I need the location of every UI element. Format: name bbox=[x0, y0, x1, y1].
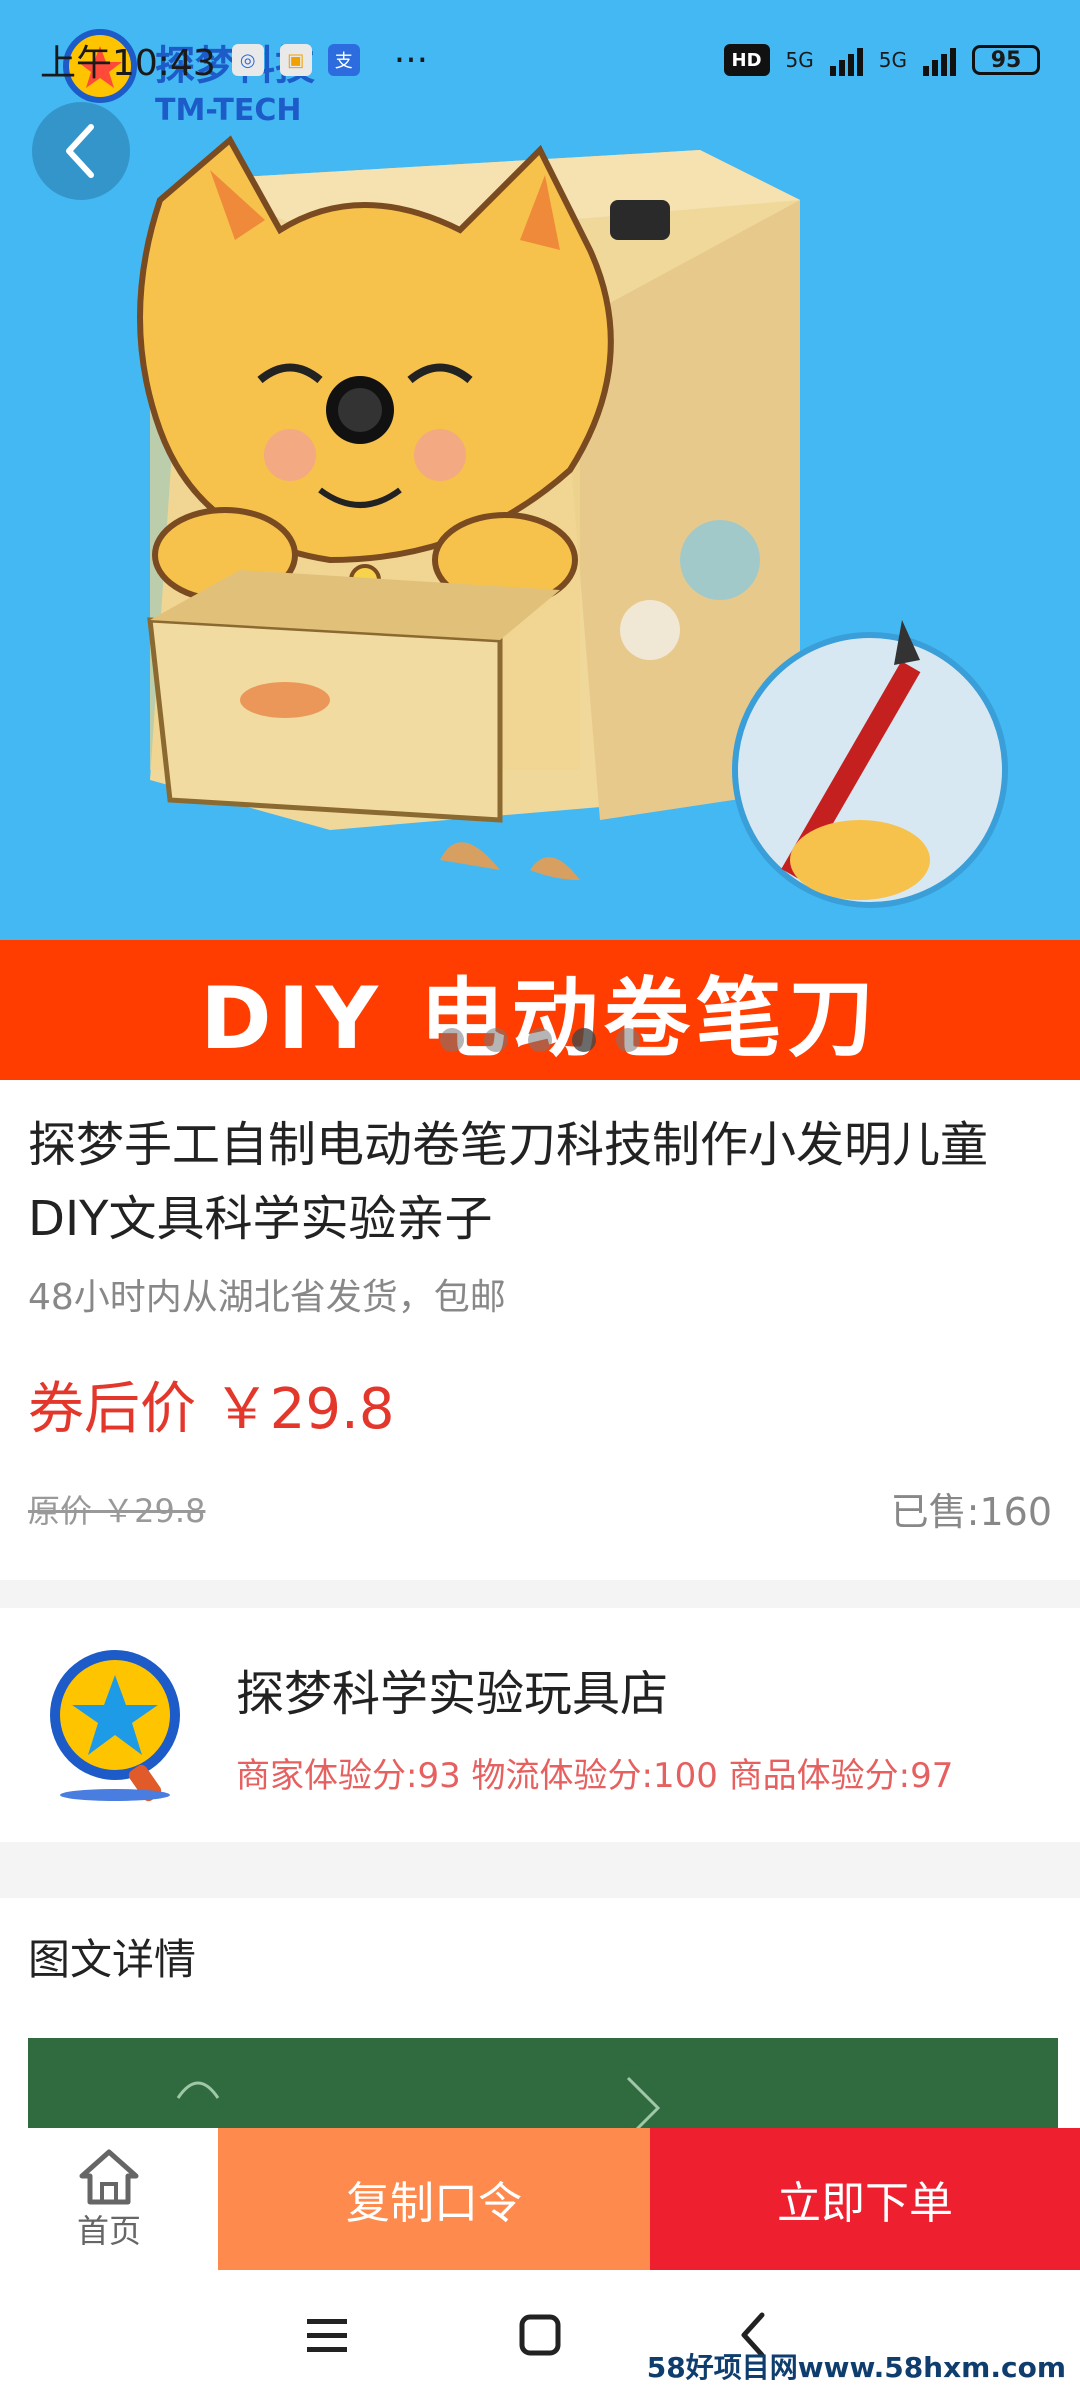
status-more-icon: ··· bbox=[393, 39, 429, 81]
copy-code-button[interactable]: 复制口令 bbox=[218, 2128, 650, 2270]
store-card[interactable]: 探梦科学实验玩具店 商家体验分:93 物流体验分:100 商品体验分:97 bbox=[0, 1608, 1080, 1842]
product-image-carousel[interactable]: DIY 电动卷笔刀 探梦科技 TM-TECH 上午10:43 ◎ ▣ 支 bbox=[0, 0, 1080, 1080]
buy-now-button[interactable]: 立即下单 bbox=[650, 2128, 1080, 2270]
shipping-info: 48小时内从湖北省发货，包邮 bbox=[28, 1277, 506, 1318]
hero-banner-text: DIY 电动卷笔刀 bbox=[0, 940, 1080, 1080]
carousel-dot-active[interactable] bbox=[572, 1028, 596, 1052]
product-photo bbox=[0, 0, 1080, 940]
product-title: 探梦手工自制电动卷笔刀科技制作小发明儿童DIY文具科学实验亲子 bbox=[28, 1117, 989, 1247]
watermark: 58好项目网www.58hxm.com bbox=[646, 2351, 1066, 2384]
signal-icon bbox=[923, 44, 956, 76]
carousel-dot[interactable] bbox=[440, 1028, 464, 1052]
coupon-price: 券后价 ￥29.8 bbox=[28, 1377, 395, 1442]
carousel-dot[interactable] bbox=[616, 1028, 640, 1052]
status-time: 上午10:43 bbox=[40, 43, 216, 84]
detail-title: 图文详情 bbox=[28, 1935, 197, 1984]
store-avatar bbox=[40, 1645, 190, 1805]
menu-icon bbox=[306, 2319, 347, 2352]
carousel-dot[interactable] bbox=[484, 1028, 508, 1052]
page: DIY 电动卷笔刀 探梦科技 TM-TECH 上午10:43 ◎ ▣ 支 bbox=[0, 0, 1080, 2400]
app-notification-icon: ▣ bbox=[279, 44, 312, 76]
home-label: 首页 bbox=[76, 2212, 141, 2250]
network-label-1: 5G bbox=[785, 48, 814, 72]
home-icon bbox=[79, 2149, 139, 2205]
battery-icon: 95 bbox=[972, 45, 1040, 75]
store-name: 探梦科学实验玩具店 bbox=[236, 1665, 669, 1722]
product-info: 探梦手工自制电动卷笔刀科技制作小发明儿童DIY文具科学实验亲子 48小时内从湖北… bbox=[0, 1080, 1080, 1580]
home-button[interactable]: 首页 bbox=[0, 2128, 218, 2270]
signal-icon bbox=[829, 44, 863, 76]
alipay-icon: 支 bbox=[327, 44, 360, 76]
network-label-2: 5G bbox=[878, 48, 907, 72]
sold-count: 已售:160 bbox=[890, 1490, 1052, 1534]
hd-voice-icon: HD bbox=[723, 44, 770, 76]
square-icon bbox=[519, 2314, 561, 2356]
back-button[interactable] bbox=[32, 102, 130, 200]
home-system-button[interactable] bbox=[500, 2295, 580, 2375]
app-notification-icon: ◎ bbox=[231, 44, 264, 76]
carousel-dot[interactable] bbox=[528, 1028, 552, 1052]
bottom-action-bar: 首页 复制口令 立即下单 bbox=[0, 2128, 1080, 2270]
chevron-left-icon bbox=[66, 124, 94, 178]
menu-button[interactable] bbox=[287, 2295, 367, 2375]
store-scores: 商家体验分:93 物流体验分:100 商品体验分:97 bbox=[236, 1755, 954, 1796]
carousel-indicator bbox=[0, 1028, 1080, 1052]
status-bar: 上午10:43 ◎ ▣ 支 ··· HD 5G 5G 95 bbox=[0, 0, 1080, 120]
original-price: 原价 ￥29.8 bbox=[28, 1491, 206, 1530]
